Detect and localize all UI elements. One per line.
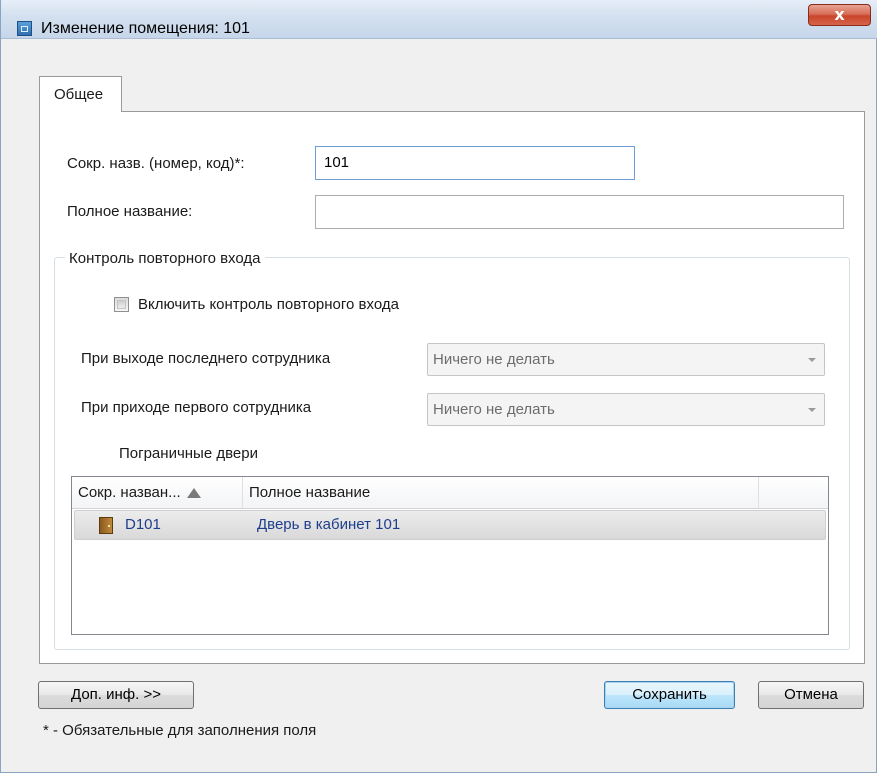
first-entry-label: При приходе первого сотрудника bbox=[81, 399, 312, 416]
tab-general-label: Общее bbox=[54, 86, 104, 103]
column-header-full-name[interactable]: Полное название bbox=[243, 477, 759, 508]
border-doors-label: Пограничные двери bbox=[119, 445, 258, 462]
first-entry-select-value: Ничего не делать bbox=[433, 401, 555, 418]
save-button[interactable]: Сохранить bbox=[604, 681, 735, 709]
row-full-name: Дверь в кабинет 101 bbox=[257, 516, 401, 533]
chevron-down-icon bbox=[808, 358, 816, 362]
chevron-down-icon bbox=[808, 408, 816, 412]
full-name-input[interactable] bbox=[315, 195, 844, 229]
room-app-icon bbox=[17, 21, 32, 36]
full-name-label: Полное название: bbox=[67, 203, 193, 220]
cancel-button[interactable]: Отмена bbox=[758, 681, 864, 709]
column-header-full-name-label: Полное название bbox=[249, 484, 371, 501]
last-exit-label: При выходе последнего сотрудника bbox=[81, 350, 331, 367]
column-header-short-name[interactable]: Сокр. назван... bbox=[72, 477, 243, 508]
column-header-short-name-label: Сокр. назван... bbox=[78, 484, 181, 501]
sort-ascending-icon bbox=[186, 488, 201, 499]
door-icon bbox=[99, 517, 113, 534]
dialog-window: Изменение помещения: 101 x Общее Сокр. н… bbox=[0, 0, 877, 773]
last-exit-select[interactable]: Ничего не делать bbox=[427, 343, 825, 376]
column-header-empty[interactable] bbox=[759, 477, 828, 508]
more-info-button[interactable]: Доп. инф. >> bbox=[38, 681, 194, 709]
border-doors-list[interactable]: Сокр. назван... Полное название D101 Две… bbox=[71, 476, 829, 635]
tab-general[interactable]: Общее bbox=[39, 76, 122, 112]
enable-reentry-label[interactable]: Включить контроль повторного входа bbox=[138, 296, 399, 313]
short-name-label: Сокр. назв. (номер, код)*: bbox=[67, 155, 245, 172]
close-button[interactable]: x bbox=[808, 4, 871, 26]
list-header: Сокр. назван... Полное название bbox=[72, 477, 828, 509]
table-row[interactable]: D101 Дверь в кабинет 101 bbox=[74, 510, 826, 540]
reentry-group-title: Контроль повторного входа bbox=[65, 250, 265, 267]
short-name-input[interactable]: 101 bbox=[315, 146, 635, 180]
enable-reentry-checkbox[interactable] bbox=[114, 297, 129, 312]
window-title: Изменение помещения: 101 bbox=[41, 20, 250, 37]
first-entry-select[interactable]: Ничего не делать bbox=[427, 393, 825, 426]
row-short-name: D101 bbox=[125, 516, 161, 533]
title-bar[interactable]: Изменение помещения: 101 x bbox=[1, 0, 877, 39]
required-fields-note: * - Обязательные для заполнения поля bbox=[43, 722, 317, 739]
last-exit-select-value: Ничего не делать bbox=[433, 351, 555, 368]
